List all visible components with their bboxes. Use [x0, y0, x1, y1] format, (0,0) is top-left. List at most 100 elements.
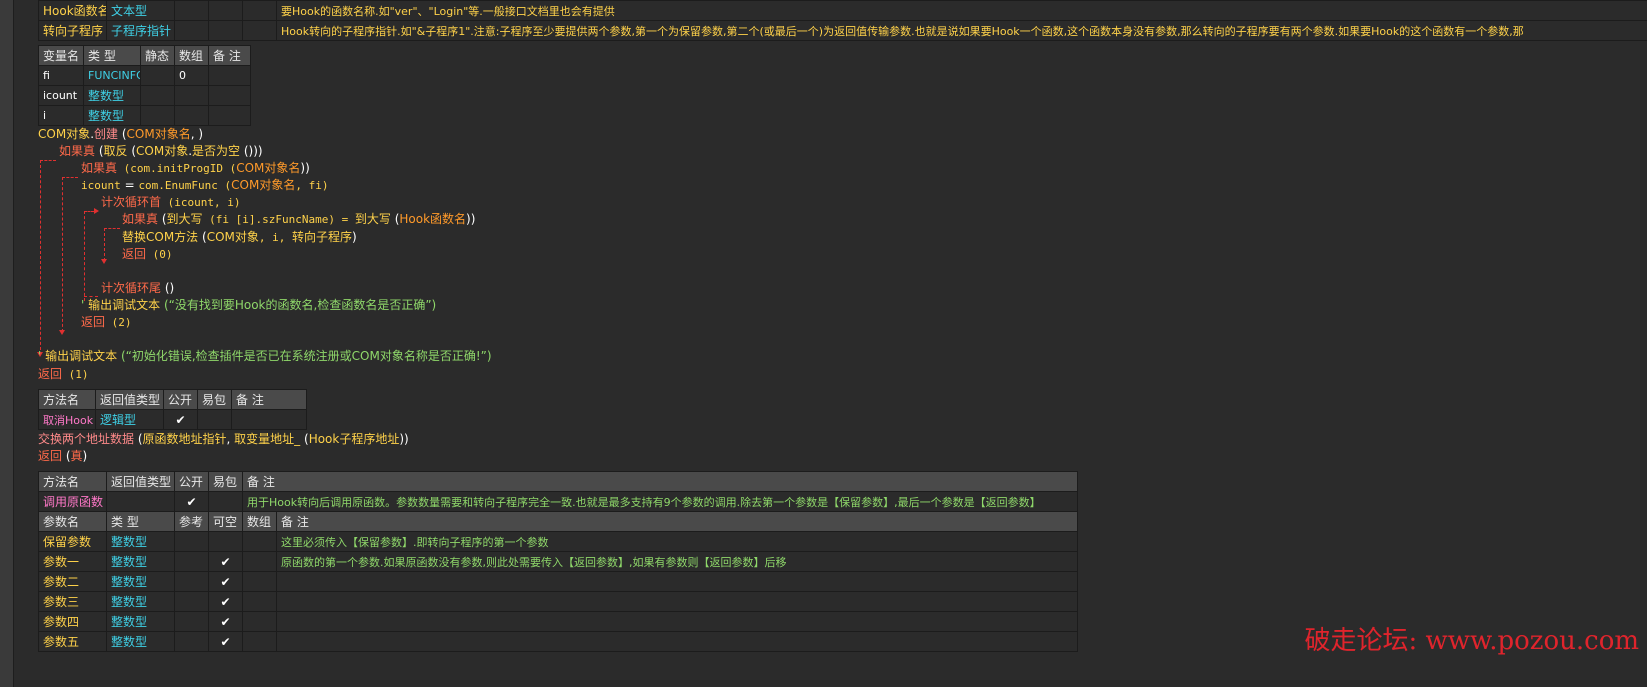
param-nullable[interactable]: ✔ — [208, 631, 243, 652]
param-name[interactable]: 保留参数 — [38, 531, 107, 552]
param-row[interactable]: 参数四 整数型 ✔ — [38, 611, 1078, 632]
variable-array[interactable]: 0 — [174, 65, 209, 86]
param-name[interactable]: 参数五 — [38, 631, 107, 652]
code-line[interactable]: 返回 (1) — [38, 365, 89, 383]
param-array[interactable] — [242, 551, 277, 572]
param-row[interactable]: 转向子程序 子程序指针 Hook转向的子程序指针.如"&子程序1".注意:子程序… — [38, 20, 1647, 41]
param-type[interactable]: 子程序指针 — [106, 20, 175, 41]
param-type[interactable]: 文本型 — [106, 0, 175, 21]
param-row[interactable]: 参数三 整数型 ✔ — [38, 591, 1078, 612]
variable-type[interactable]: FUNCINFO — [83, 65, 141, 86]
param-type[interactable]: 整数型 — [106, 591, 175, 612]
method-return-type[interactable] — [106, 491, 175, 512]
variable-name[interactable]: icount — [38, 85, 84, 106]
variable-type[interactable]: 整数型 — [83, 105, 141, 126]
param-ref[interactable] — [174, 531, 209, 552]
param-name[interactable]: 参数三 — [38, 591, 107, 612]
param-name[interactable]: Hook函数名 — [38, 0, 107, 21]
code-line[interactable]: icount = com.EnumFunc (COM对象名, fi) — [81, 176, 328, 194]
variable-note[interactable] — [208, 85, 251, 106]
code-line[interactable]: 如果真 (到大写 (fi [i].szFuncName) = 到大写 (Hook… — [122, 210, 475, 228]
method-pkg[interactable] — [197, 409, 232, 430]
param-array[interactable] — [242, 631, 277, 652]
param-array[interactable] — [242, 571, 277, 592]
method-return-type[interactable]: 逻辑型 — [95, 409, 164, 430]
code-line[interactable]: 计次循环首 (icount, i) — [101, 193, 241, 211]
method-public-check[interactable]: ✔ — [163, 409, 198, 430]
param-note[interactable]: 要Hook的函数名称.如"ver"、"Login"等.一般接口文档里也会有提供 — [276, 0, 1647, 21]
method-note[interactable] — [231, 409, 307, 430]
param-nullable[interactable]: ✔ — [208, 611, 243, 632]
param-row[interactable]: 参数二 整数型 ✔ — [38, 571, 1078, 592]
param-type[interactable]: 整数型 — [106, 571, 175, 592]
param-note[interactable]: 原函数的第一个参数.如果原函数没有参数,则此处需要传入【返回参数】,如果有参数则… — [276, 551, 1078, 572]
param-row[interactable]: 保留参数 整数型 这里必须传入【保留参数】.即转向子程序的第一个参数 — [38, 531, 1078, 552]
param-ref[interactable] — [174, 20, 209, 41]
param-name[interactable]: 参数四 — [38, 611, 107, 632]
param-type[interactable]: 整数型 — [106, 551, 175, 572]
method-row[interactable]: 调用原函数 ✔ 用于Hook转向后调用原函数。参数数量需要和转向子程序完全一致.… — [38, 491, 1078, 512]
method-row[interactable]: 取消Hook 逻辑型 ✔ — [38, 409, 307, 430]
code-line[interactable]: 替换COM方法 (COM对象, i, 转向子程序) — [122, 228, 357, 246]
param-note[interactable]: Hook转向的子程序指针.如"&子程序1".注意:子程序至少要提供两个参数,第一… — [276, 20, 1647, 41]
variable-name[interactable]: fi — [38, 65, 84, 86]
param-nullable[interactable] — [208, 0, 243, 21]
param-nullable[interactable] — [208, 20, 243, 41]
param-array[interactable] — [242, 591, 277, 612]
variable-row[interactable]: icount 整数型 — [38, 85, 251, 106]
variable-static[interactable] — [140, 105, 175, 126]
param-note[interactable] — [276, 591, 1078, 612]
code-line[interactable]: 如果真 (com.initProgID (COM对象名)) — [81, 159, 310, 177]
variable-array[interactable] — [174, 105, 209, 126]
param-row[interactable]: Hook函数名 文本型 要Hook的函数名称.如"ver"、"Login"等.一… — [38, 0, 1647, 21]
param-row[interactable]: 参数一 整数型 ✔ 原函数的第一个参数.如果原函数没有参数,则此处需要传入【返回… — [38, 551, 1078, 572]
method-public-check[interactable]: ✔ — [174, 491, 209, 512]
param-nullable[interactable]: ✔ — [208, 591, 243, 612]
param-note[interactable] — [276, 571, 1078, 592]
variable-array[interactable] — [174, 85, 209, 106]
variable-static[interactable] — [140, 85, 175, 106]
param-note[interactable]: 这里必须传入【保留参数】.即转向子程序的第一个参数 — [276, 531, 1078, 552]
param-array[interactable] — [242, 20, 277, 41]
code-line[interactable]: 如果真 (取反 (COM对象.是否为空 ())) — [59, 142, 263, 160]
param-ref[interactable] — [174, 571, 209, 592]
param-ref[interactable] — [174, 591, 209, 612]
param-name[interactable]: 转向子程序 — [38, 20, 107, 41]
variable-static[interactable] — [140, 65, 175, 86]
code-line[interactable]: ' 输出调试文本 (“没有找到要Hook的函数名,检查函数名是否正确”) — [81, 296, 436, 314]
param-nullable[interactable] — [208, 531, 243, 552]
method-pkg[interactable] — [208, 491, 243, 512]
code-line[interactable]: COM对象.创建 (COM对象名, ) — [38, 125, 203, 143]
param-nullable[interactable]: ✔ — [208, 551, 243, 572]
code-line[interactable]: 计次循环尾 () — [101, 279, 174, 297]
param-ref[interactable] — [174, 0, 209, 21]
code-line[interactable]: 返回 (0) — [122, 245, 173, 263]
code-line[interactable]: 返回 (真) — [38, 447, 87, 465]
code-line[interactable]: 返回 (2) — [81, 313, 132, 331]
param-ref[interactable] — [174, 631, 209, 652]
param-array[interactable] — [242, 531, 277, 552]
variable-note[interactable] — [208, 65, 251, 86]
param-name[interactable]: 参数二 — [38, 571, 107, 592]
param-nullable[interactable]: ✔ — [208, 571, 243, 592]
param-type[interactable]: 整数型 — [106, 531, 175, 552]
variable-row[interactable]: i 整数型 — [38, 105, 251, 126]
param-type[interactable]: 整数型 — [106, 631, 175, 652]
param-note[interactable] — [276, 611, 1078, 632]
code-line[interactable]: 交换两个地址数据 (原函数地址指针, 取变量地址_ (Hook子程序地址)) — [38, 430, 409, 448]
param-array[interactable] — [242, 0, 277, 21]
param-array[interactable] — [242, 611, 277, 632]
param-ref[interactable] — [174, 551, 209, 572]
param-row[interactable]: 参数五 整数型 ✔ — [38, 631, 1078, 652]
method-name[interactable]: 调用原函数 — [38, 491, 107, 512]
param-type[interactable]: 整数型 — [106, 611, 175, 632]
variable-name[interactable]: i — [38, 105, 84, 126]
variable-row[interactable]: fi FUNCINFO 0 — [38, 65, 251, 86]
code-line[interactable]: ' 输出调试文本 (“初始化错误,检查插件是否已在系统注册或COM对象名称是否正… — [38, 347, 492, 365]
method-note[interactable]: 用于Hook转向后调用原函数。参数数量需要和转向子程序完全一致.也就是最多支持有… — [242, 491, 1078, 512]
param-note[interactable] — [276, 631, 1078, 652]
variable-type[interactable]: 整数型 — [83, 85, 141, 106]
method-name[interactable]: 取消Hook — [38, 409, 96, 430]
variable-note[interactable] — [208, 105, 251, 126]
param-name[interactable]: 参数一 — [38, 551, 107, 572]
